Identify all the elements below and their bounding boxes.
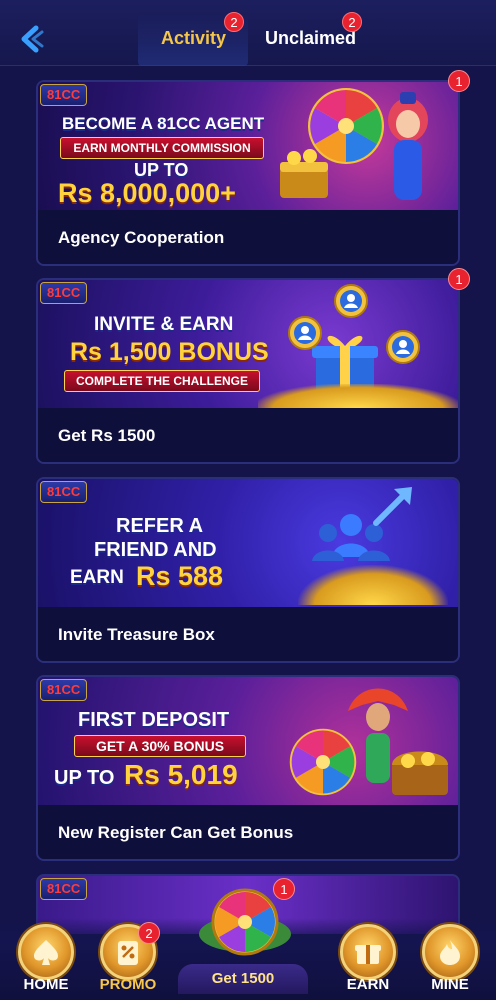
banner-line-1: BECOME A 81CC AGENT	[62, 114, 265, 133]
promo-card-title: Agency Cooperation	[58, 228, 225, 247]
promo-card-get-1500[interactable]: 81CC INVITE & EARN Rs 1,500 BONUS COMPLE…	[36, 268, 470, 464]
nav-mine-label: MINE	[431, 976, 469, 993]
promo-card-title: New Register Can Get Bonus	[58, 823, 294, 842]
promo-card-badge: 1	[448, 70, 470, 92]
promo-card-agency[interactable]: 81CC BECOME A 81CC AGENT EARN MONTHLY CO…	[36, 70, 470, 266]
promo-banner: 81CC FIRST DEPOSIT GET A 30% BONUS UP TO…	[38, 677, 458, 805]
nav-promo-label: PROMO	[99, 976, 157, 993]
banner-line-1: INVITE & EARN	[94, 314, 234, 335]
nav-earn-label: EARN	[346, 976, 390, 993]
treasure-chest-icon	[392, 751, 448, 795]
nav-promo[interactable]: PROMO 2	[88, 918, 168, 1000]
banner-line-1: REFER A	[116, 515, 204, 537]
user-coin-icon	[334, 284, 368, 318]
center-wheel-label[interactable]: Get 1500	[178, 964, 308, 994]
banner-line-3a: UP TO	[54, 767, 115, 789]
brand-logo-text: 81CC	[47, 682, 81, 697]
flame-icon	[440, 940, 460, 965]
spade-icon	[34, 940, 58, 965]
brand-logo-text: 81CC	[47, 87, 81, 102]
back-arrow-icon	[21, 25, 44, 53]
promo-banner: 81CC REFER A FRIEND AND EARN Rs 588	[38, 479, 458, 607]
promo-card-title: Invite Treasure Box	[58, 625, 215, 644]
nav-home[interactable]: HOME	[6, 918, 86, 1000]
banner-line-1: FIRST DEPOSIT	[78, 709, 230, 731]
brand-logo: 81CC	[40, 679, 88, 701]
banner-amount: Rs 1,500 BONUS	[70, 338, 269, 366]
gold-chest-icon	[280, 149, 328, 198]
center-wheel-badge: 1	[273, 878, 295, 900]
growth-arrow-icon	[373, 487, 412, 526]
promo-banner: 81CC BECOME A 81CC AGENT EARN MONTHLY CO…	[38, 82, 458, 210]
nav-mine[interactable]: MINE	[410, 918, 490, 1000]
banner-amount: Rs 5,019	[124, 759, 238, 790]
header-bar: Activity 2 Unclaimed 2	[0, 0, 496, 66]
nav-promo-badge: 2	[138, 922, 160, 944]
promo-card-treasure-box[interactable]: 81CC REFER A FRIEND AND EARN Rs 588 Invi…	[36, 477, 460, 663]
banner-ribbon: GET A 30% BONUS	[74, 735, 246, 757]
tab-unclaimed-badge: 2	[342, 12, 362, 32]
coin-pile	[258, 384, 458, 408]
coin-pile	[298, 565, 448, 605]
nav-home-label: HOME	[23, 976, 69, 993]
banner-line-3a: EARN	[70, 567, 124, 588]
banner-ribbon: EARN MONTHLY COMMISSION	[60, 137, 264, 159]
brand-logo-text: 81CC	[47, 881, 81, 896]
promo-icon	[118, 941, 138, 965]
tab-activity[interactable]: Activity	[161, 28, 226, 49]
nav-earn[interactable]: EARN	[328, 918, 408, 1000]
brand-logo-text: 81CC	[47, 484, 81, 499]
promo-card-title: Get Rs 1500	[58, 426, 156, 445]
promo-card-badge: 1	[448, 268, 470, 290]
gift-icon	[355, 945, 381, 964]
character-icon	[388, 92, 428, 200]
back-button[interactable]	[14, 22, 48, 56]
brand-logo: 81CC	[40, 481, 88, 503]
promo-card-new-register[interactable]: 81CC FIRST DEPOSIT GET A 30% BONUS UP TO…	[36, 675, 460, 861]
promo-banner: 81CC INVITE & EARN Rs 1,500 BONUS COMPLE…	[38, 280, 458, 408]
nav-icon-circle	[18, 924, 74, 980]
brand-logo: 81CC	[40, 878, 88, 900]
banner-amount: Rs 588	[136, 561, 224, 591]
banner-line-2: FRIEND AND	[94, 539, 217, 561]
banner-amount: Rs 8,000,000+	[58, 178, 236, 208]
nav-icon-circle	[422, 924, 478, 980]
tab-activity-badge: 2	[224, 12, 244, 32]
brand-logo: 81CC	[40, 84, 88, 106]
center-wheel-button[interactable]: 1	[195, 876, 295, 956]
nav-icon-circle	[340, 924, 396, 980]
brand-logo-text: 81CC	[47, 285, 81, 300]
tab-unclaimed[interactable]: Unclaimed	[265, 28, 356, 49]
brand-logo: 81CC	[40, 282, 88, 304]
user-coin-icon	[288, 316, 322, 350]
user-coin-icon	[386, 330, 420, 364]
banner-ribbon: COMPLETE THE CHALLENGE	[64, 370, 260, 392]
